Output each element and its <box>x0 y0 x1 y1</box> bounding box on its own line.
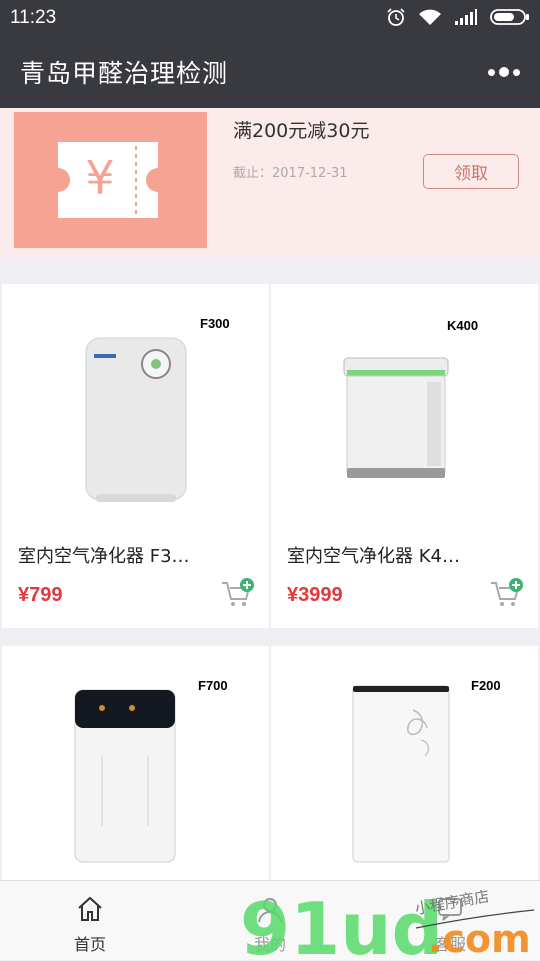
menu-dot-icon <box>499 67 509 77</box>
add-to-cart-icon[interactable] <box>489 578 523 608</box>
title-bar: 青岛甲醛治理检测 <box>0 36 540 108</box>
tab-mine-label: 我的 <box>253 935 286 954</box>
product-model-label: F300 <box>200 316 230 331</box>
product-card[interactable]: F700 <box>2 646 269 880</box>
coupon-banner: ¥ 满200元减30元 截止：2017-12-31 领取 <box>0 108 540 258</box>
page-title: 青岛甲醛治理检测 <box>20 59 229 88</box>
add-to-cart-icon[interactable] <box>220 578 254 608</box>
bottom-tab-bar: 首页 我的 客服 <box>0 880 540 960</box>
chat-icon <box>438 898 462 921</box>
product-model-label: K400 <box>447 318 479 333</box>
alarm-icon <box>387 8 405 26</box>
menu-dot-icon <box>513 68 520 76</box>
wifi-icon <box>419 9 441 25</box>
section-divider <box>0 258 540 284</box>
status-bar: 11:23 <box>0 0 540 36</box>
tab-service-label: 客服 <box>433 935 466 954</box>
status-time: 11:23 <box>10 7 57 28</box>
product-name: 室内空气净化器 F3… <box>18 546 190 567</box>
home-icon <box>78 896 102 921</box>
product-price: ¥799 <box>18 584 63 606</box>
tab-home[interactable]: 首页 <box>0 881 180 961</box>
tab-service[interactable]: 客服 <box>360 881 540 961</box>
status-icons <box>386 7 530 27</box>
product-price: ¥3999 <box>287 584 343 606</box>
product-model-label: F700 <box>198 678 228 693</box>
product-image <box>85 337 187 502</box>
menu-dot-icon <box>488 68 495 76</box>
coupon-title: 满200元减30元 <box>233 120 370 142</box>
product-image <box>74 689 176 863</box>
product-card[interactable]: F300 室内空气净化器 F3… ¥799 <box>2 284 269 628</box>
battery-icon <box>490 9 529 25</box>
product-card[interactable]: K400 室内空气净化器 K4… ¥3999 <box>271 284 538 628</box>
product-image <box>352 685 450 863</box>
tab-home-label: 首页 <box>73 935 106 954</box>
more-menu-button[interactable] <box>488 60 520 84</box>
tab-mine[interactable]: 我的 <box>180 881 360 961</box>
product-name: 室内空气净化器 K4… <box>287 546 460 567</box>
coupon-ticket: ¥ <box>14 112 207 248</box>
signal-icon <box>455 9 477 25</box>
coupon-yen-symbol: ¥ <box>85 151 114 205</box>
user-icon <box>258 898 282 923</box>
coupon-ticket-icon: ¥ <box>58 142 158 218</box>
product-model-label: F200 <box>471 678 501 693</box>
product-image <box>343 357 449 478</box>
coupon-deadline: 截止：2017-12-31 <box>233 166 348 181</box>
claim-coupon-button[interactable]: 领取 <box>423 154 519 189</box>
product-card[interactable]: F200 <box>271 646 538 880</box>
